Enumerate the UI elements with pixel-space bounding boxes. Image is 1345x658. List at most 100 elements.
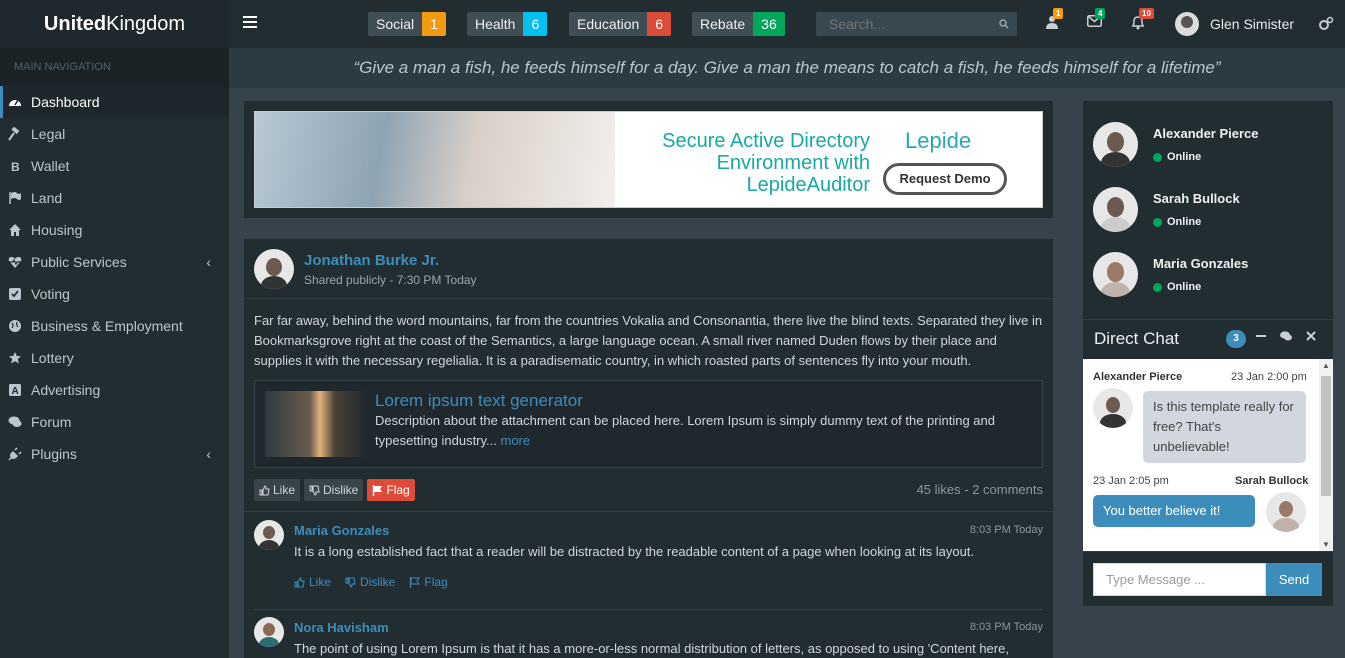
comments-icon xyxy=(8,416,22,427)
thumbs-down-icon xyxy=(309,485,320,496)
sidebar-item-label: Legal xyxy=(31,126,66,142)
message-author: Alexander Pierce xyxy=(1093,371,1183,383)
sidebar-item-dashboard[interactable]: Dashboard xyxy=(0,86,229,118)
like-button[interactable]: Like xyxy=(254,479,301,501)
sidebar-item-label: Housing xyxy=(31,222,83,238)
online-indicator xyxy=(1153,152,1162,162)
user-entry[interactable]: Maria Gonzales Online xyxy=(1093,252,1323,306)
home-icon xyxy=(9,224,21,236)
right-panel: Alexander Pierce Online Sarah Bullock On… xyxy=(1083,101,1333,606)
ad-banner[interactable]: Secure Active Directory Environment with… xyxy=(254,111,1043,208)
flag-icon xyxy=(373,484,383,496)
brand-logo[interactable]: UnitedKingdom xyxy=(0,0,229,48)
chat-badge: 3 xyxy=(1226,330,1246,348)
post-author[interactable]: Jonathan Burke Jr. xyxy=(304,252,439,269)
sidebar-item-advertising[interactable]: A Advertising xyxy=(0,374,229,406)
close-icon[interactable] xyxy=(1305,330,1317,342)
chat-tools xyxy=(1255,330,1317,342)
sidebar-item-land[interactable]: Land xyxy=(0,182,229,214)
avatar xyxy=(254,249,294,289)
messages-notification[interactable]: 4 xyxy=(1087,8,1106,33)
ad-box: Secure Active Directory Environment with… xyxy=(244,101,1053,218)
globe-icon xyxy=(9,320,21,332)
search-input[interactable] xyxy=(816,12,991,36)
sidebar-item-housing[interactable]: Housing xyxy=(0,214,229,246)
user-menu[interactable]: Glen Simister xyxy=(1175,12,1294,36)
comment-text: It is a long established fact that a rea… xyxy=(294,544,975,559)
sidebar-item-business[interactable]: Business & Employment xyxy=(0,310,229,342)
attachment-title[interactable]: Lorem ipsum text generator xyxy=(375,391,583,411)
more-link[interactable]: more xyxy=(501,433,531,448)
user-entry[interactable]: Sarah Bullock Online xyxy=(1093,187,1323,241)
comments-icon[interactable] xyxy=(1279,330,1293,342)
post-header: Jonathan Burke Jr. Shared publicly - 7:3… xyxy=(244,239,1053,299)
comment-author[interactable]: Maria Gonzales xyxy=(294,523,389,538)
chevron-left-icon: ‹ xyxy=(206,446,211,462)
comment-like-link[interactable]: Like xyxy=(294,575,331,589)
sidebar-item-wallet[interactable]: B Wallet xyxy=(0,150,229,182)
comment-dislike-link[interactable]: Dislike xyxy=(345,575,395,589)
sidebar-toggle-icon[interactable] xyxy=(243,16,257,30)
scroll-down-icon[interactable]: ▼ xyxy=(1322,540,1330,549)
user-entry[interactable]: Alexander Pierce Online xyxy=(1093,122,1323,176)
sidebar-item-lottery[interactable]: Lottery xyxy=(0,342,229,374)
attachment-description: Description about the attachment can be … xyxy=(375,413,995,448)
avatar xyxy=(1175,12,1199,36)
sidebar-item-label: Dashboard xyxy=(31,94,100,110)
flag-icon xyxy=(9,192,21,204)
comment-author[interactable]: Nora Havisham xyxy=(294,620,389,635)
user-name: Alexander Pierce xyxy=(1153,126,1259,141)
chat-messages[interactable]: Alexander Pierce 23 Jan 2:00 pm Is this … xyxy=(1083,359,1333,551)
search-icon[interactable] xyxy=(999,19,1009,29)
tag-health[interactable]: Health 6 xyxy=(467,12,548,36)
avatar xyxy=(1266,492,1306,532)
sidebar-header: MAIN NAVIGATION xyxy=(0,48,229,86)
tag-social[interactable]: Social 1 xyxy=(368,12,446,36)
sidebar-item-forum[interactable]: Forum xyxy=(0,406,229,438)
sidebar-item-plugins[interactable]: Plugins ‹ xyxy=(0,438,229,470)
flag-button[interactable]: Flag xyxy=(367,479,415,501)
user-notification[interactable]: 1 xyxy=(1045,8,1064,33)
user-name: Sarah Bullock xyxy=(1153,191,1240,206)
comment-time: 8:03 PM Today xyxy=(969,621,1043,633)
dislike-button[interactable]: Dislike xyxy=(304,479,364,501)
sidebar-item-legal[interactable]: Legal xyxy=(0,118,229,150)
request-demo-button[interactable]: Request Demo xyxy=(883,163,1007,195)
chat-footer: Type Message ... Send xyxy=(1083,551,1333,606)
sidebar-item-voting[interactable]: Voting xyxy=(0,278,229,310)
sidebar: MAIN NAVIGATION Dashboard Legal B Wallet… xyxy=(0,48,229,658)
alerts-notification[interactable]: 10 xyxy=(1131,8,1154,33)
user-status: Online xyxy=(1153,281,1201,293)
direct-chat-header: Direct Chat 3 xyxy=(1083,319,1333,359)
scroll-up-icon[interactable]: ▲ xyxy=(1322,361,1330,370)
comment-text: The point of using Lorem Ipsum is that i… xyxy=(294,641,1009,656)
tag-education[interactable]: Education 6 xyxy=(569,12,672,36)
chat-message-input[interactable]: Type Message ... xyxy=(1093,563,1266,596)
svg-text:B: B xyxy=(11,160,20,173)
advertising-icon: A xyxy=(9,384,21,397)
heartbeat-icon xyxy=(8,257,22,268)
scroll-thumb[interactable] xyxy=(1321,376,1331,496)
chat-title: Direct Chat xyxy=(1094,329,1180,348)
tag-label: Education xyxy=(569,12,648,36)
comments-section: Maria Gonzales 8:03 PM Today It is a lon… xyxy=(244,511,1053,658)
avatar xyxy=(1093,252,1138,297)
sidebar-item-public-services[interactable]: Public Services ‹ xyxy=(0,246,229,278)
notification-badge: 1 xyxy=(1053,8,1064,19)
search-box xyxy=(816,12,1017,36)
chat-scrollbar[interactable]: ▲ ▼ xyxy=(1319,359,1333,551)
message-time: 23 Jan 2:05 pm xyxy=(1093,475,1169,487)
minus-icon[interactable] xyxy=(1255,330,1267,342)
thumbs-up-icon xyxy=(259,484,270,495)
tag-count: 36 xyxy=(753,12,785,36)
notification-badge: 4 xyxy=(1095,8,1106,19)
sidebar-item-label: Business & Employment xyxy=(31,318,183,334)
gears-icon[interactable] xyxy=(1318,16,1334,31)
comment-flag-link[interactable]: Flag xyxy=(409,575,448,589)
comment-actions: Like Dislike Flag xyxy=(294,575,448,589)
tag-label: Rebate xyxy=(692,12,754,36)
user-status: Online xyxy=(1153,151,1201,163)
sidebar-item-label: Advertising xyxy=(31,382,101,398)
send-button[interactable]: Send xyxy=(1266,563,1322,596)
tag-rebate[interactable]: Rebate 36 xyxy=(692,12,785,36)
